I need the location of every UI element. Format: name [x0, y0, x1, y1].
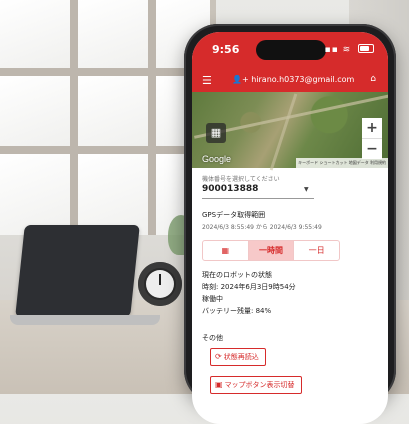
- signal-wifi-icon: ▪▪ ≋: [324, 45, 352, 55]
- account-label[interactable]: 👤+ hirano.h0373@gmail.com: [232, 75, 354, 84]
- status-icons: ▪▪ ≋: [325, 44, 374, 55]
- robot-status-state: 稼働中: [202, 295, 223, 303]
- range-toggle-group: ▦ 一時間 一日: [202, 240, 340, 261]
- phone: 9:56 ▪▪ ≋ ☰ 👤+ hirano.h0373@gmail.com ⌂ …: [184, 24, 396, 424]
- calendar-icon: ▦: [221, 246, 230, 255]
- laptop-base: [10, 315, 160, 325]
- robot-battery: バッテリー残量: 84%: [202, 307, 272, 315]
- zoom-out-button[interactable]: −: [362, 139, 382, 159]
- status-time: 9:56: [212, 43, 240, 56]
- range-day-button[interactable]: 一日: [293, 241, 339, 260]
- window-mullion: [0, 146, 210, 154]
- gps-range-title: GPSデータ取得範囲: [202, 211, 266, 219]
- window-pane: [0, 0, 70, 68]
- other-section-title: その他: [202, 334, 223, 342]
- status-bar: 9:56 ▪▪ ≋: [192, 32, 388, 68]
- window-mullion: [148, 0, 156, 235]
- device-select[interactable]: 900013888: [202, 184, 258, 194]
- window-pane: [78, 154, 148, 235]
- toggle-icon: ▣: [215, 380, 223, 389]
- reload-status-label: 状態再読込: [223, 353, 259, 361]
- zoom-in-button[interactable]: +: [362, 118, 382, 139]
- phone-screen: 9:56 ▪▪ ≋ ☰ 👤+ hirano.h0373@gmail.com ⌂ …: [192, 32, 388, 424]
- map-footer[interactable]: キーボード ショートカット 地図データ 利用規約: [296, 158, 388, 168]
- alarm-clock: [138, 262, 182, 306]
- gps-range-text: 2024/6/3 8:55:49 から 2024/6/3 9:55:49: [202, 224, 322, 231]
- google-logo: Google: [202, 154, 232, 164]
- device-select-label: 機体番号を選択してください: [202, 176, 280, 183]
- refresh-icon: ⟳: [215, 352, 222, 361]
- dynamic-island: [256, 40, 326, 60]
- menu-icon[interactable]: ☰: [202, 74, 212, 87]
- window-pane: [78, 76, 148, 146]
- toggle-map-buttons-button[interactable]: ▣ マップボタン表示切替: [210, 376, 302, 394]
- window-pane: [0, 154, 70, 235]
- satellite-map[interactable]: ▦ + − Google キーボード ショートカット 地図データ 利用規約: [192, 92, 388, 171]
- clock-hand: [159, 274, 161, 285]
- battery-icon: [358, 44, 374, 53]
- range-hour-button[interactable]: 一時間: [247, 241, 294, 260]
- home-icon[interactable]: ⌂: [370, 74, 376, 84]
- robot-status-title: 現在のロボットの状態: [202, 271, 272, 279]
- range-custom-button[interactable]: ▦: [203, 241, 248, 260]
- person-add-icon: 👤+: [232, 75, 249, 84]
- robot-status-time: 時刻: 2024年6月3日9時54分: [202, 283, 296, 291]
- window-pane: [0, 76, 70, 146]
- account-email: hirano.h0373@gmail.com: [251, 75, 355, 84]
- laptop: [15, 225, 140, 317]
- app-bar: ☰ 👤+ hirano.h0373@gmail.com ⌂: [192, 68, 388, 92]
- caret-down-icon[interactable]: ▼: [304, 186, 309, 193]
- toggle-map-buttons-label: マップボタン表示切替: [224, 381, 295, 389]
- window-mullion: [0, 68, 210, 76]
- reload-status-button[interactable]: ⟳ 状態再読込: [210, 348, 266, 366]
- select-underline: [202, 198, 314, 199]
- window-mullion: [70, 0, 78, 235]
- window-pane: [78, 0, 148, 68]
- layers-icon[interactable]: ▦: [206, 123, 226, 143]
- map-road: [269, 93, 298, 171]
